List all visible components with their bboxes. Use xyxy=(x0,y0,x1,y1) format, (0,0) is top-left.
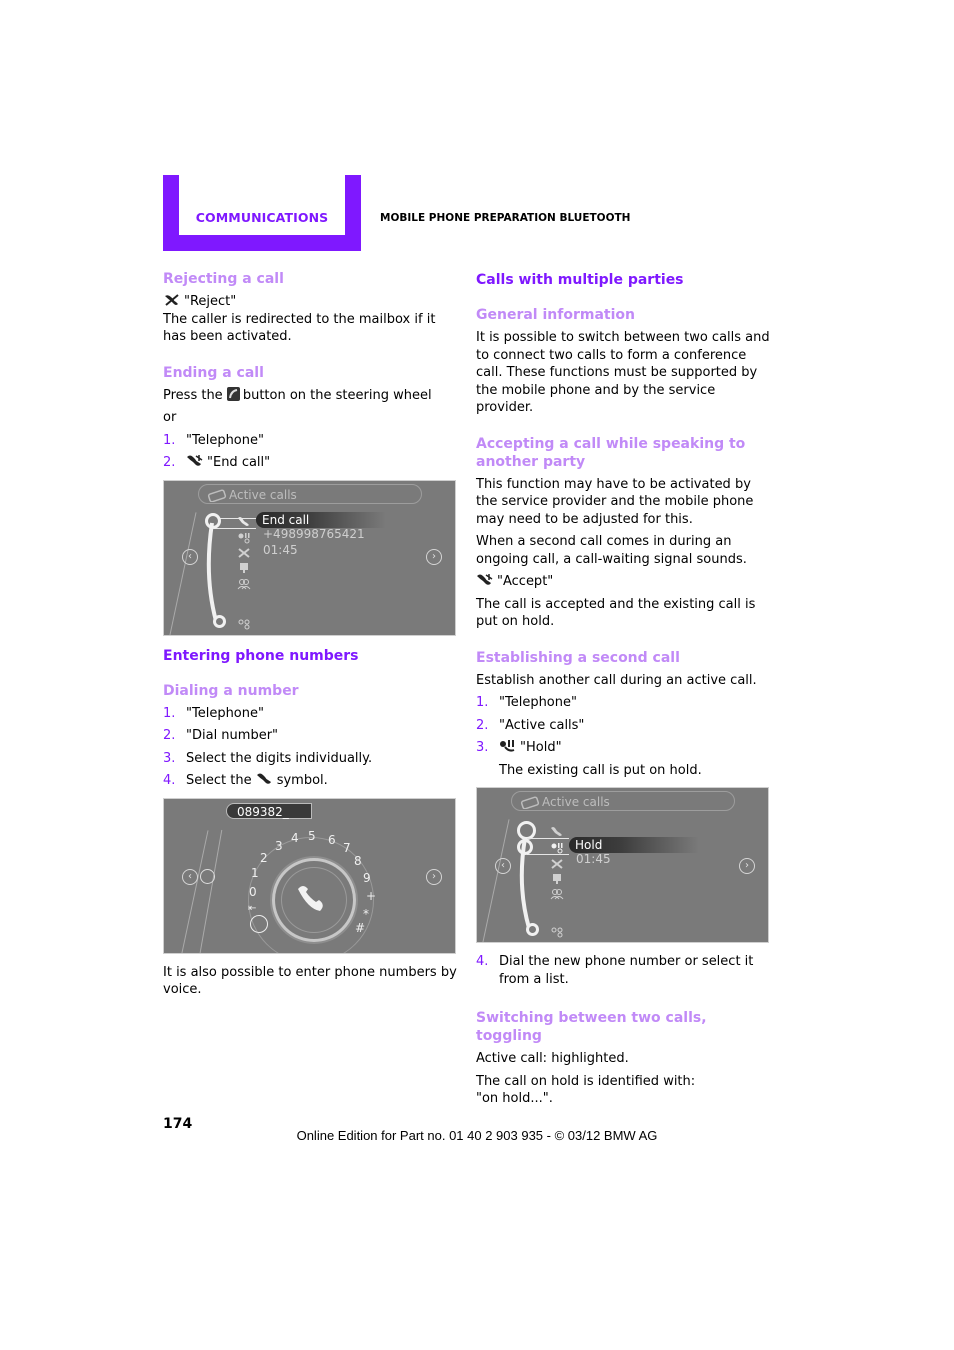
list-item: 1. "Telephone" xyxy=(163,432,264,448)
end-call-button-icon[interactable] xyxy=(250,914,268,933)
reject-action: "Reject" xyxy=(163,293,458,311)
edition-footer: Online Edition for Part no. 01 40 2 903 … xyxy=(296,1128,658,1143)
forward-arrow-icon[interactable]: › xyxy=(426,548,442,565)
caller-number: +498998765421 xyxy=(263,526,365,541)
list-ring-icon xyxy=(200,868,215,884)
list-item: 1. "Telephone" xyxy=(163,705,264,721)
list-item: 4. Dial the new phone number or select i… xyxy=(476,954,754,987)
left-column: Rejecting a call "Reject" The caller is … xyxy=(163,270,458,999)
heading-switching: Switching between two calls, toggling xyxy=(476,1010,707,1044)
reject-call-icon[interactable] xyxy=(237,544,251,558)
list-item: 2. "Active calls" xyxy=(476,717,585,733)
establishing-note: The existing call is put on hold. xyxy=(499,762,702,778)
end-call-icon[interactable] xyxy=(237,513,251,526)
screenshot-dial-number: 089382_ 0 1 2 3 4 5 6 7 8 9 + * # ⇤ ‹ › xyxy=(163,797,456,954)
selected-option-hold[interactable]: Hold xyxy=(569,837,699,853)
digit-5[interactable]: 5 xyxy=(308,829,316,843)
right-column: Calls with multiple parties General info… xyxy=(476,270,771,1108)
list-item: 1. "Telephone" xyxy=(476,695,577,710)
digit-star[interactable]: * xyxy=(363,907,369,921)
selector-end-knob xyxy=(213,614,226,628)
heading-rejecting: Rejecting a call xyxy=(163,271,284,287)
list-item: 2. "End call" xyxy=(163,454,271,470)
keypad-icon[interactable] xyxy=(237,559,251,573)
hold-call-icon[interactable] xyxy=(550,839,564,854)
list-item: 3. Select the digits individually. xyxy=(163,750,373,766)
selector-rail xyxy=(519,837,531,929)
call-duration: 01:45 xyxy=(263,542,298,557)
conference-icon[interactable] xyxy=(550,885,564,900)
end-call-icon xyxy=(186,454,204,468)
backspace-icon[interactable]: ⇤ xyxy=(248,903,256,914)
switching-text1: Active call: highlighted. xyxy=(476,1051,629,1066)
list-item: 2. "Dial number" xyxy=(163,728,279,743)
steering-wheel-phone-button-icon xyxy=(226,386,240,401)
back-arrow-icon[interactable]: ‹ xyxy=(182,868,198,885)
digit-plus[interactable]: + xyxy=(366,889,376,903)
digit-9[interactable]: 9 xyxy=(363,871,371,885)
voice-note: It is also possible to enter phone numbe… xyxy=(163,964,457,998)
keypad-icon[interactable] xyxy=(550,870,564,884)
digit-8[interactable]: 8 xyxy=(354,854,362,868)
selector-end-knob xyxy=(526,923,539,936)
screenshot-active-calls-end: Active calls End call +498998765421 01:4… xyxy=(163,479,456,636)
forward-arrow-icon[interactable]: › xyxy=(426,868,442,885)
transfer-icon[interactable] xyxy=(550,923,564,938)
accepting-text2: When a second call comes in during an on… xyxy=(476,534,747,567)
back-arrow-icon[interactable]: ‹ xyxy=(495,858,511,874)
list-item: 4. Select the symbol. xyxy=(163,772,328,788)
digit-hash[interactable]: # xyxy=(355,921,365,935)
hold-call-icon xyxy=(499,739,517,753)
heading-ending: Ending a call xyxy=(163,364,264,381)
digit-4[interactable]: 4 xyxy=(291,831,299,845)
phone-menu-icon xyxy=(520,795,540,810)
heading-general: General information xyxy=(476,307,635,323)
heading-entering: Entering phone numbers xyxy=(163,647,359,664)
transfer-icon[interactable] xyxy=(237,615,251,629)
heading-dialing: Dialing a number xyxy=(163,682,299,699)
hold-call-icon[interactable] xyxy=(237,529,251,543)
phone-menu-icon xyxy=(207,488,227,503)
end-call-icon[interactable] xyxy=(550,823,564,836)
display-title: Active calls xyxy=(198,483,422,504)
ending-instruction: Press the button on the steering wheel xyxy=(163,386,432,403)
display-title: Active calls xyxy=(511,791,735,811)
accepting-text3: The call is accepted and the existing ca… xyxy=(476,596,756,630)
heading-establishing: Establishing a second call xyxy=(476,649,680,666)
or-text: or xyxy=(163,410,177,425)
digit-6[interactable]: 6 xyxy=(328,833,336,847)
accept-action: "Accept" xyxy=(476,573,771,591)
reject-text: The caller is redirected to the mailbox … xyxy=(163,311,436,345)
conference-icon[interactable] xyxy=(237,575,251,589)
switching-text2: The call on hold is identified with: xyxy=(476,1073,696,1089)
call-duration: 01:45 xyxy=(576,852,611,866)
section-title: COMMUNICATIONS xyxy=(195,210,329,225)
screenshot-active-calls-hold: Active calls Hold 01:45 ‹ › xyxy=(476,787,769,943)
heading-accepting: Accepting a call while speaking to anoth… xyxy=(476,435,746,470)
establishing-intro: Establish another call during an active … xyxy=(476,672,757,688)
general-text: It is possible to switch between two cal… xyxy=(476,330,770,415)
switching-text3: "on hold...". xyxy=(476,1091,553,1106)
reject-call-icon[interactable] xyxy=(550,855,564,869)
dial-handset-icon xyxy=(256,772,274,786)
header-tab-inner xyxy=(179,175,345,235)
accepting-text1: This function may have to be activated b… xyxy=(476,476,754,527)
heading-multiple-parties: Calls with multiple parties xyxy=(476,272,684,288)
back-arrow-icon[interactable]: ‹ xyxy=(182,548,198,565)
digit-7[interactable]: 7 xyxy=(343,841,351,855)
forward-arrow-icon[interactable]: › xyxy=(739,858,755,874)
chapter-title: MOBILE PHONE PREPARATION BLUETOOTH xyxy=(380,212,631,224)
number-input[interactable]: 089382_ xyxy=(226,802,312,819)
accept-call-icon xyxy=(476,573,494,587)
digit-2[interactable]: 2 xyxy=(260,851,268,865)
digit-3[interactable]: 3 xyxy=(275,839,283,853)
call-handset-icon[interactable] xyxy=(296,883,328,917)
digit-1[interactable]: 1 xyxy=(251,866,259,880)
digit-0[interactable]: 0 xyxy=(249,885,257,899)
reject-call-icon xyxy=(163,293,181,307)
selected-option-end-call[interactable]: End call xyxy=(256,511,386,528)
list-item: 3. "Hold" xyxy=(476,739,562,755)
